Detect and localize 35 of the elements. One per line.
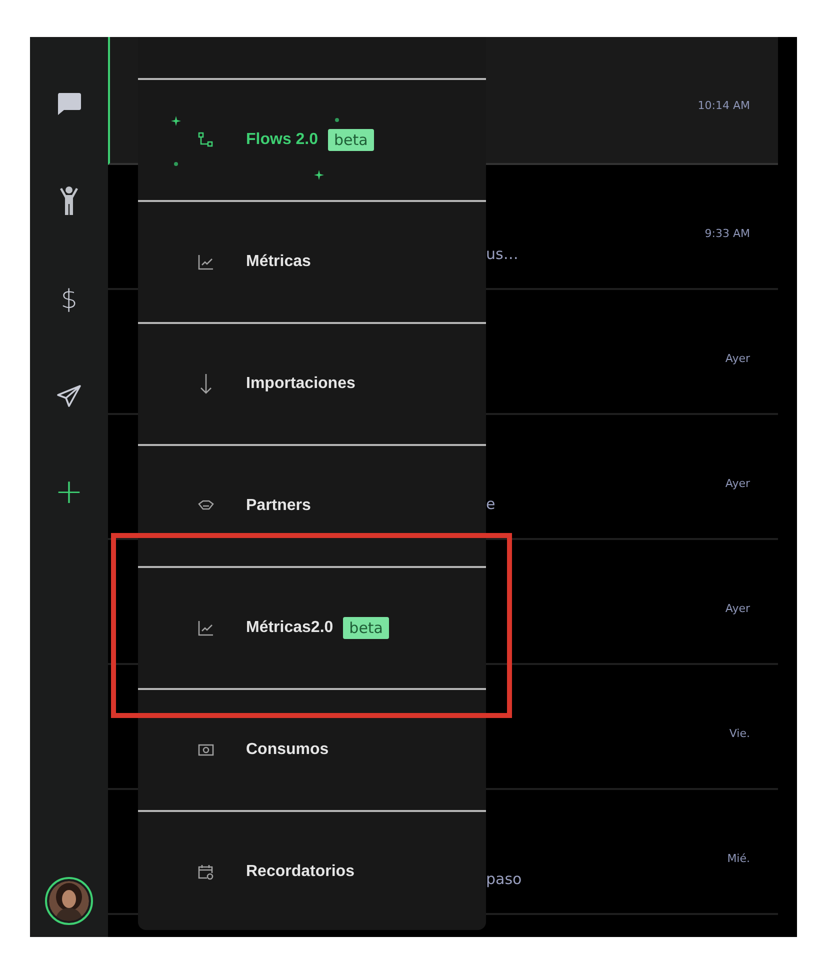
add-button[interactable]: +: [54, 478, 84, 506]
person-icon[interactable]: [59, 186, 79, 216]
menu-item[interactable]: Partners: [138, 444, 486, 566]
chat-icon[interactable]: [56, 92, 82, 116]
flow-icon: [198, 132, 214, 148]
avatar[interactable]: [45, 877, 93, 925]
menu-item[interactable]: Importaciones: [138, 322, 486, 444]
dot-icon: [335, 118, 339, 122]
paper-plane-icon[interactable]: [56, 384, 82, 408]
message-preview: e: [486, 495, 496, 513]
message-time: Vie.: [729, 727, 750, 740]
dollar-button[interactable]: $: [60, 286, 78, 314]
message-time: Ayer: [725, 477, 750, 490]
message-time: 9:33 AM: [704, 227, 750, 240]
beta-badge: beta: [343, 617, 389, 639]
menu-item[interactable]: Métricas2.0 beta: [138, 566, 486, 688]
down-arrow-icon: [198, 373, 214, 395]
chart-icon: [198, 254, 214, 270]
message-time: Ayer: [725, 352, 750, 365]
message-preview: paso: [486, 870, 522, 888]
sparkle-icon: [171, 116, 181, 126]
message-time: Mié.: [727, 852, 750, 865]
beta-badge: beta: [328, 129, 374, 151]
dot-icon: [174, 162, 178, 166]
message-time: 10:14 AM: [698, 99, 750, 112]
sparkle-icon: [314, 170, 324, 180]
chart-icon: [198, 620, 214, 636]
menu-item[interactable]: Consumos: [138, 688, 486, 810]
menu-item[interactable]: Métricas: [138, 200, 486, 322]
calendar-icon: [198, 864, 214, 880]
menu-item[interactable]: Flows 2.0 beta: [138, 78, 486, 200]
message-time: Ayer: [725, 602, 750, 615]
cash-icon: [198, 743, 214, 757]
menu-item[interactable]: Recordatorios: [138, 810, 486, 932]
message-preview: us…: [486, 245, 518, 263]
